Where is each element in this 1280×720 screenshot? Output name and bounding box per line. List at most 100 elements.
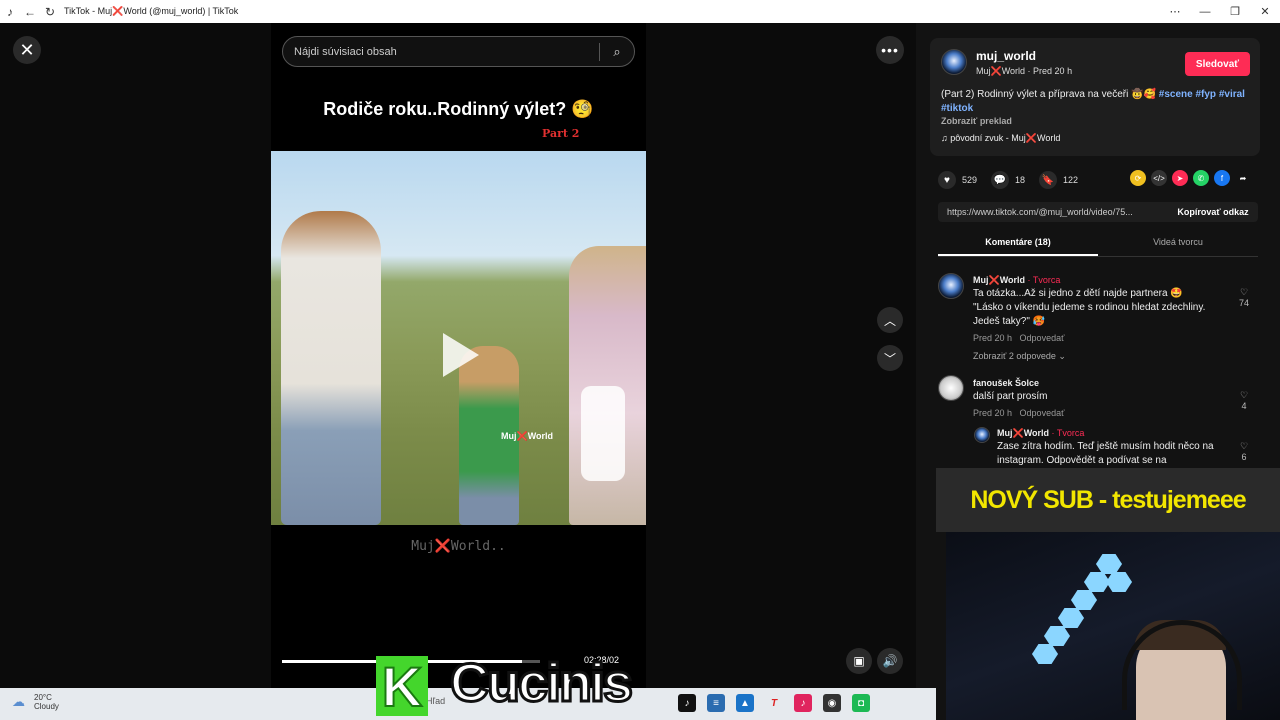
- hex-light: [1096, 554, 1122, 574]
- video-info-card: muj_world Muj❌World · Pred 20 h Sledovať…: [930, 38, 1260, 156]
- video-watermark: Muj❌World: [501, 431, 554, 441]
- video-caption-title: Rodiče roku..Rodinný výlet? 🧐: [323, 99, 594, 119]
- video-caption-part: Part 2: [542, 127, 580, 140]
- hex-light: [1071, 590, 1097, 610]
- tab-creator-videos[interactable]: Videá tvorcu: [1098, 233, 1258, 256]
- comment-author[interactable]: Muj❌World · Tvorca: [973, 273, 1213, 287]
- video-player[interactable]: Nájdi súvisiaci obsah ⌕ Rodiče roku..Rod…: [271, 23, 646, 688]
- pip-icon[interactable]: ▣: [846, 648, 872, 674]
- comment-item: Muj❌World · Tvorca Zase zítra hodím. Teď…: [997, 426, 1237, 468]
- related-search-input[interactable]: Nájdi súvisiaci obsah ⌕: [282, 36, 635, 67]
- more-options-icon[interactable]: •••: [876, 36, 904, 64]
- heart-icon: ♥: [938, 171, 956, 189]
- comment-text: další part prosím: [973, 391, 1048, 402]
- view-replies-link[interactable]: Zobraziť 2 odpovede ⌄: [973, 349, 1213, 363]
- share-arrow-icon[interactable]: ➦: [1235, 170, 1251, 186]
- hex-light: [1044, 626, 1070, 646]
- text-app-icon[interactable]: T: [765, 694, 783, 712]
- volume-icon[interactable]: 🔊: [877, 648, 903, 674]
- cloud-icon: ☁: [12, 694, 25, 709]
- avatar[interactable]: [941, 49, 967, 75]
- description-text: (Part 2) Rodinný výlet a příprava na več…: [941, 89, 1156, 100]
- reply-link[interactable]: Odpovedať: [1020, 408, 1065, 418]
- comment-item: Muj❌World · Tvorca Ta otázka...Až si jed…: [973, 273, 1213, 363]
- video-url[interactable]: https://www.tiktok.com/@muj_world/video/…: [938, 207, 1168, 217]
- tab-comments[interactable]: Komentáre (18): [938, 233, 1098, 256]
- username[interactable]: muj_world: [976, 49, 1036, 63]
- comment-author[interactable]: Muj❌World · Tvorca: [997, 426, 1237, 440]
- comment-like-button[interactable]: ♡ 6: [1234, 441, 1254, 462]
- comment-like-count: 74: [1238, 298, 1249, 308]
- comment-like-button[interactable]: ♡ 4: [1234, 390, 1254, 411]
- back-icon[interactable]: ←: [20, 0, 40, 23]
- like-count: 529: [962, 175, 978, 185]
- save-button[interactable]: 🔖 122: [1039, 171, 1078, 189]
- embed-icon[interactable]: </>: [1151, 170, 1167, 186]
- facebook-icon[interactable]: f: [1214, 170, 1230, 186]
- save-count: 122: [1063, 175, 1079, 185]
- comment-author[interactable]: fanoušek Šolce: [973, 376, 1213, 390]
- comment-text: Ta otázka...Až si jedno z dětí najde par…: [973, 288, 1206, 327]
- comment-meta: Pred 20 h Odpovedať: [973, 333, 1065, 343]
- hex-light: [1032, 644, 1058, 664]
- video-description: (Part 2) Rodinný výlet a příprava na več…: [941, 88, 1251, 116]
- video-viewer: ✕ ••• Nájdi súvisiaci obsah ⌕ Rodiče rok…: [0, 23, 916, 688]
- weather-condition: Cloudy: [34, 702, 59, 711]
- browser-titlebar: ♪ ← ↻ TikTok - Muj❌World (@muj_world) | …: [0, 0, 1280, 23]
- comment-button[interactable]: 💬 18: [991, 171, 1025, 189]
- reply-link[interactable]: Odpovedať: [1020, 333, 1065, 343]
- video-person: [281, 211, 381, 525]
- panel-tabs: Komentáre (18) Videá tvorcu: [938, 233, 1258, 257]
- hex-light: [1058, 608, 1084, 628]
- comment-item: fanoušek Šolce další part prosím Pred 20…: [973, 376, 1213, 420]
- repost-icon[interactable]: ⟳: [1130, 170, 1146, 186]
- window-title: TikTok - Muj❌World (@muj_world) | TikTok: [64, 6, 239, 16]
- avatar[interactable]: [974, 427, 990, 443]
- bot-app-icon[interactable]: ◘: [852, 694, 870, 712]
- play-icon[interactable]: [443, 333, 479, 377]
- whatsapp-icon[interactable]: ✆: [1193, 170, 1209, 186]
- comment-like-count: 4: [1241, 401, 1247, 411]
- tiktok-live-app-icon[interactable]: ♪: [794, 694, 812, 712]
- send-icon[interactable]: ➤: [1172, 170, 1188, 186]
- close-icon[interactable]: ✕: [13, 36, 41, 64]
- follow-button[interactable]: Sledovať: [1185, 52, 1250, 76]
- bookmark-icon: 🔖: [1039, 171, 1058, 189]
- hex-light: [1106, 572, 1132, 592]
- minimize-button[interactable]: —: [1190, 0, 1220, 23]
- restore-button[interactable]: ❐: [1220, 0, 1250, 23]
- copy-link-button[interactable]: Kopírovať odkaz: [1168, 207, 1258, 217]
- translate-link[interactable]: Zobraziť preklad: [941, 116, 1012, 126]
- user-subline: Muj❌World · Pred 20 h: [976, 66, 1073, 76]
- comment-like-button[interactable]: ♡ 74: [1234, 287, 1254, 308]
- taskbar-search[interactable]: Hľad: [426, 696, 445, 706]
- reload-icon[interactable]: ↻: [40, 0, 60, 23]
- chevron-down-icon[interactable]: ﹀: [877, 345, 903, 371]
- comment-text: Zase zítra hodím. Teď ještě musím hodit …: [997, 441, 1214, 466]
- share-options: ⟳ </> ➤ ✆ f ➦: [1130, 170, 1256, 186]
- comment-like-count: 6: [1241, 452, 1247, 462]
- search-placeholder: Nájdi súvisiaci obsah: [294, 45, 397, 58]
- video-watermark-bottom: Muj❌World..: [411, 539, 506, 554]
- temperature: 20°C: [34, 693, 52, 702]
- like-button[interactable]: ♥ 529: [938, 171, 977, 189]
- stream-logo-text: Cucinis: [448, 652, 634, 715]
- video-frame[interactable]: Muj❌World: [271, 151, 646, 525]
- notes-app-icon[interactable]: ≡: [707, 694, 725, 712]
- chevron-up-icon[interactable]: ︿: [877, 307, 903, 333]
- taskbar-apps: ♪ ≡ ▲ T ♪ ◉ ◘: [678, 694, 881, 712]
- webcam-overlay: [946, 532, 1280, 720]
- weather-widget[interactable]: ☁ 20°C Cloudy: [12, 693, 59, 711]
- stream-logo-icon: K: [376, 654, 428, 719]
- search-icon[interactable]: ⌕: [600, 44, 634, 60]
- obs-app-icon[interactable]: ◉: [823, 694, 841, 712]
- sound-link[interactable]: ♫ pôvodní zvuk - Muj❌World: [941, 133, 1060, 144]
- avatar[interactable]: [938, 273, 964, 299]
- stream-sub-banner: NOVÝ SUB - testujemeee: [936, 468, 1280, 532]
- menu-icon[interactable]: ⋯: [1160, 0, 1190, 23]
- tiktok-app-icon[interactable]: ♪: [678, 694, 696, 712]
- photos-app-icon[interactable]: ▲: [736, 694, 754, 712]
- avatar[interactable]: [938, 375, 964, 401]
- close-window-button[interactable]: ✕: [1250, 0, 1280, 23]
- comment-icon: 💬: [991, 171, 1010, 189]
